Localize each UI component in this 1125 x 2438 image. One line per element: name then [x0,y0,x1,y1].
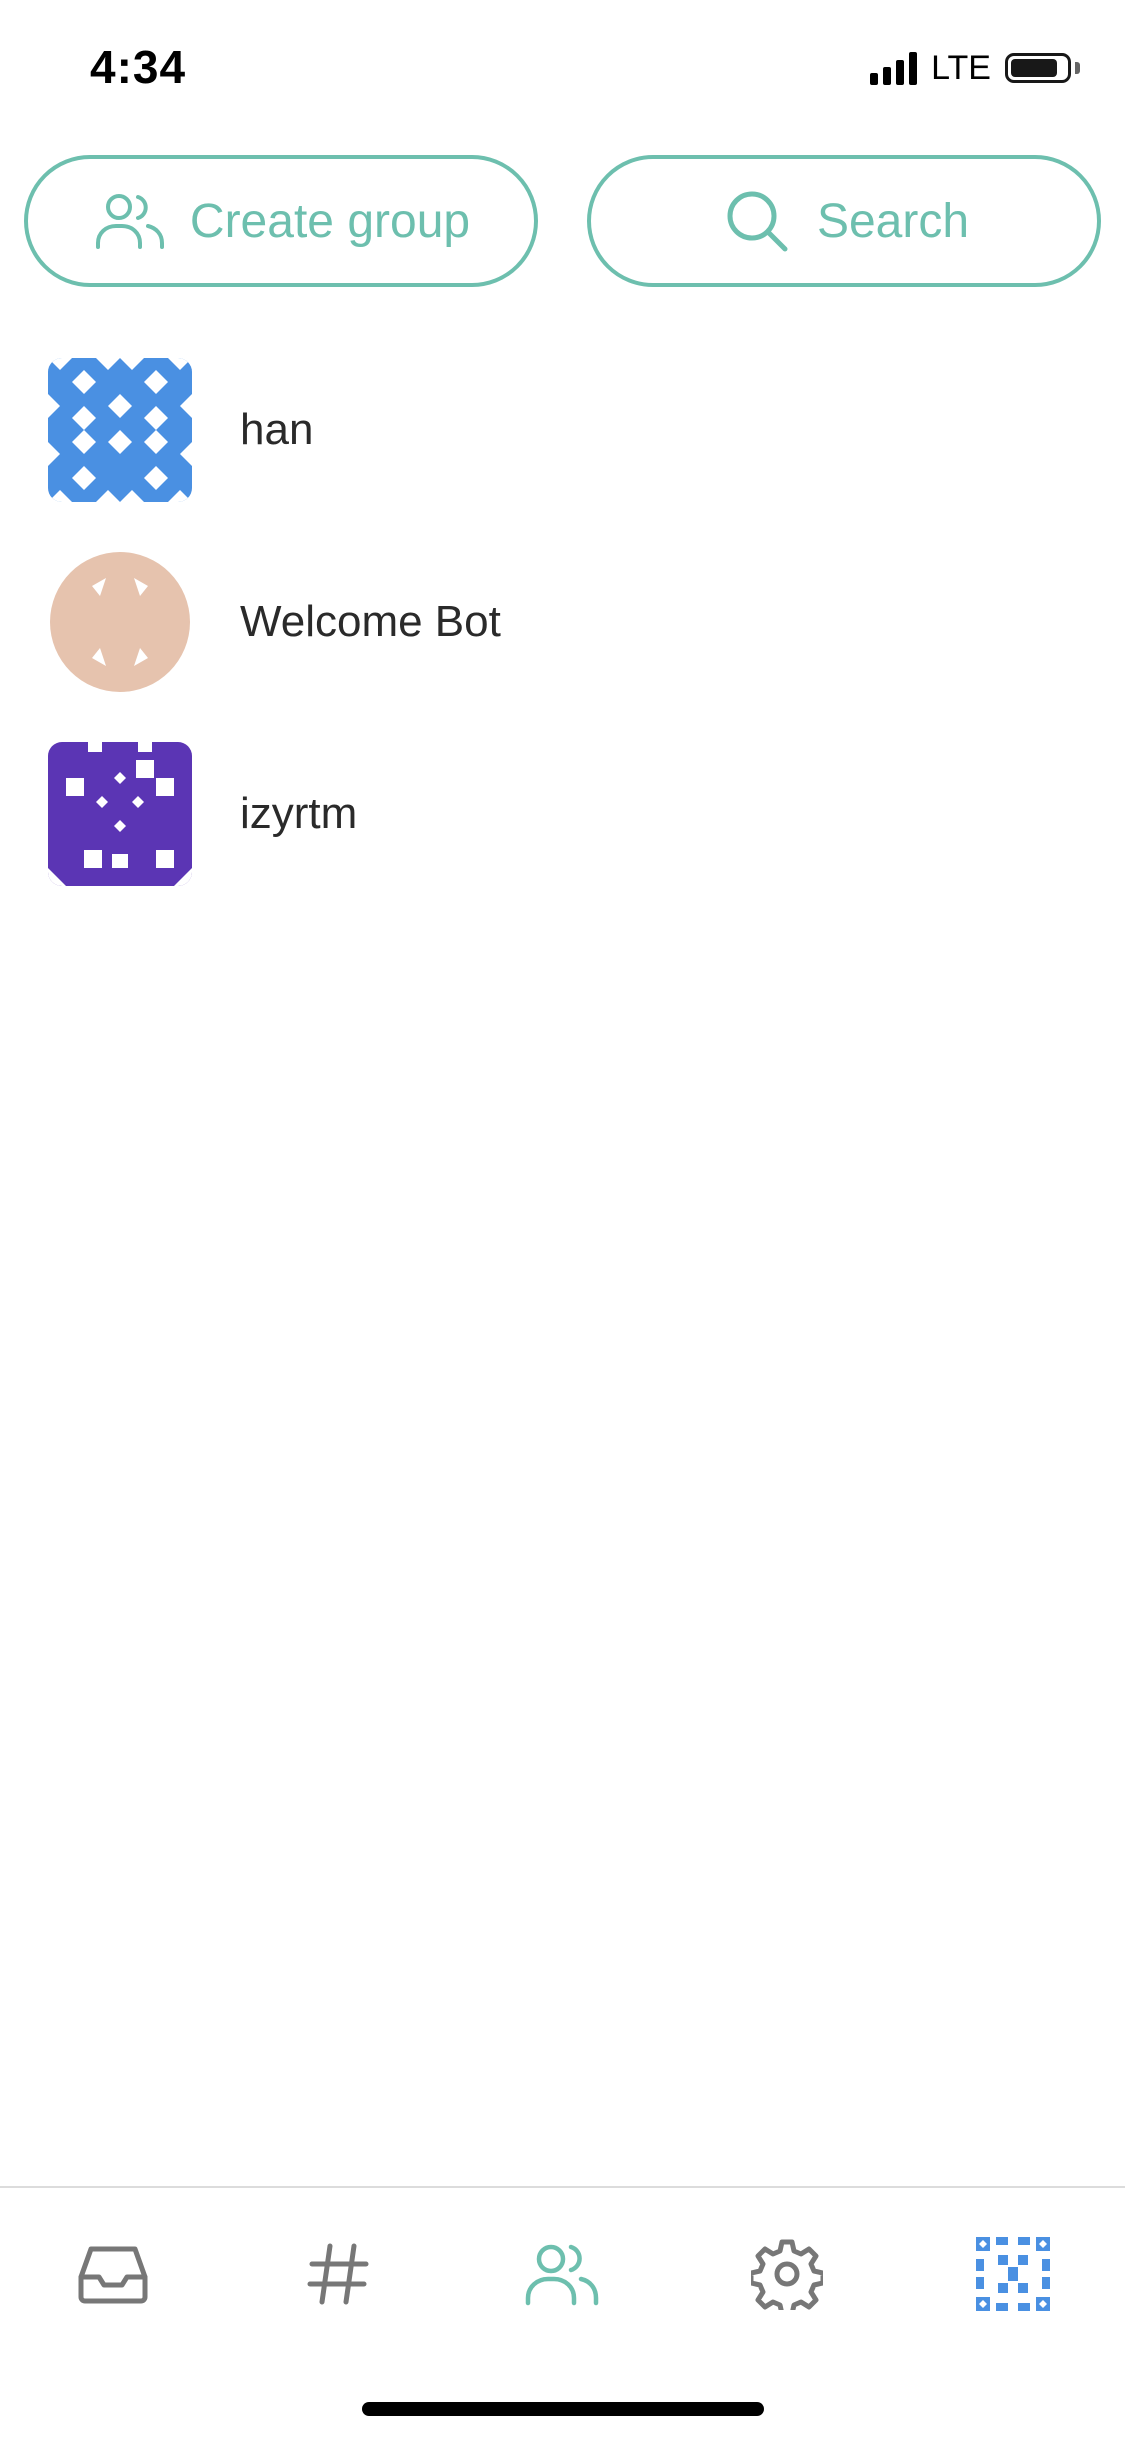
create-group-label: Create group [189,194,471,248]
signal-strength-icon [870,51,918,85]
hash-icon [307,2243,369,2305]
identicon-ring-pattern-icon [48,550,192,694]
identicon-dots-pattern-icon [48,742,192,886]
status-indicators: LTE [870,48,1080,88]
list-item[interactable]: han [0,334,1125,526]
avatar [48,358,192,502]
search-icon [727,191,788,252]
gear-icon [751,2239,823,2310]
list-item[interactable]: izyrtm [0,718,1125,910]
action-bar: Create group Search [24,155,1101,287]
tab-inbox[interactable] [63,2224,163,2324]
avatar [48,550,192,694]
create-group-button[interactable]: Create group [24,155,538,287]
people-icon [525,2244,599,2306]
contact-name: han [240,405,314,454]
avatar [48,742,192,886]
tab-settings[interactable] [737,2224,837,2324]
tab-profile[interactable] [963,2224,1063,2324]
status-time: 4:34 [90,41,187,93]
contact-name: izyrtm [240,789,358,838]
people-icon [95,194,164,249]
home-indicator [362,2402,764,2416]
contact-name: Welcome Bot [240,597,501,646]
status-bar: 4:34 LTE [0,0,1125,140]
tab-bar [0,2186,1125,2438]
tab-people[interactable] [512,2224,612,2324]
identicon-star-pattern-icon [48,358,192,502]
tab-channels[interactable] [288,2224,388,2324]
battery-icon [1005,53,1071,83]
profile-avatar-icon [976,2237,1050,2311]
network-type: LTE [931,48,991,87]
list-item[interactable]: Welcome Bot [0,526,1125,718]
inbox-icon [78,2246,148,2304]
contact-list: han Welcome Bot izyrtm [0,334,1125,910]
search-button[interactable]: Search [587,155,1101,287]
battery-cap [1075,62,1080,74]
search-label: Search [816,194,970,248]
